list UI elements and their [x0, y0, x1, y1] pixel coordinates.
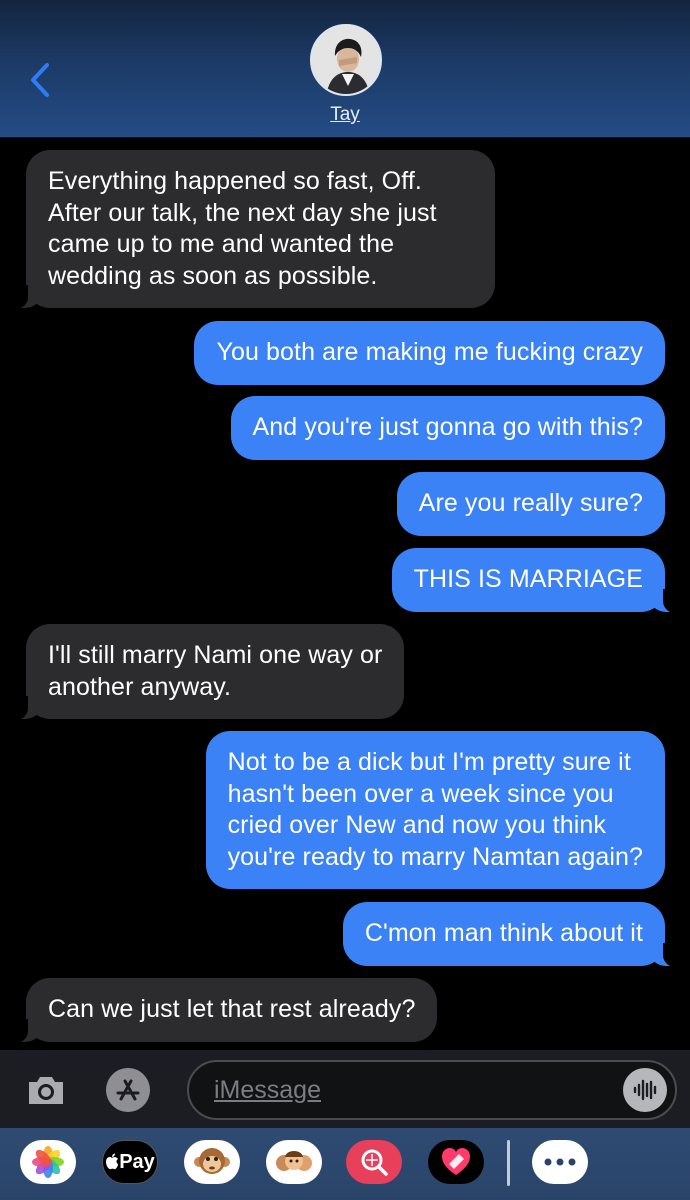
received-message[interactable]: I'll still marry Nami one way or another… — [11, 624, 405, 720]
message-input[interactable]: iMessage — [187, 1060, 677, 1120]
digital-touch-icon — [442, 1148, 470, 1175]
conversation-header: Tay — [0, 0, 690, 138]
image-search-button[interactable] — [346, 1140, 402, 1184]
camera-icon — [29, 1077, 63, 1104]
chevron-left-icon — [31, 63, 49, 97]
camera-button[interactable] — [24, 1068, 68, 1112]
contact-name[interactable]: Tay — [0, 104, 690, 126]
image-search-icon — [361, 1149, 388, 1176]
app-store-icon — [116, 1079, 140, 1101]
more-icon — [544, 1158, 576, 1166]
memoji-group-icon — [276, 1151, 312, 1171]
app-store-button[interactable] — [106, 1068, 150, 1112]
sent-message[interactable]: THIS IS MARRIAGE — [391, 548, 680, 612]
apple-pay-label: Pay — [119, 1150, 155, 1173]
composer-bar: iMessage — [0, 1050, 690, 1128]
person-photo-icon — [312, 26, 380, 94]
sent-message[interactable]: You both are making me fucking crazy — [194, 321, 665, 385]
apple-pay-button[interactable]: Pay — [102, 1140, 158, 1184]
monkey-memoji-icon — [194, 1148, 230, 1174]
memoji-group-button[interactable] — [266, 1140, 322, 1184]
monkey-memoji-button[interactable] — [184, 1140, 240, 1184]
photos-icon — [32, 1146, 64, 1178]
drawer-divider — [507, 1140, 510, 1186]
more-apps-button[interactable] — [532, 1140, 588, 1184]
sent-message[interactable]: And you're just gonna go with this? — [230, 396, 665, 460]
back-button[interactable] — [22, 58, 58, 102]
apple-pay-icon — [106, 1153, 119, 1170]
sent-message[interactable]: Are you really sure? — [396, 472, 665, 536]
waveform-icon — [633, 1079, 657, 1101]
audio-message-button[interactable] — [623, 1068, 667, 1112]
digital-touch-button[interactable] — [428, 1140, 484, 1184]
received-message[interactable]: Everything happened so fast, Off. After … — [12, 150, 495, 309]
sent-message[interactable]: Not to be a dick but I'm pretty sure it … — [205, 731, 665, 889]
message-thread: Everything happened so fast, Off. After … — [0, 138, 690, 1050]
app-drawer: Pay — [0, 1128, 690, 1200]
contact-avatar[interactable] — [310, 24, 382, 96]
message-input-placeholder: iMessage — [214, 1076, 321, 1104]
photos-app-button[interactable] — [20, 1140, 76, 1184]
received-message[interactable]: Can we just let that rest already? — [11, 978, 438, 1042]
sent-message[interactable]: C'mon man think about it — [342, 902, 680, 966]
